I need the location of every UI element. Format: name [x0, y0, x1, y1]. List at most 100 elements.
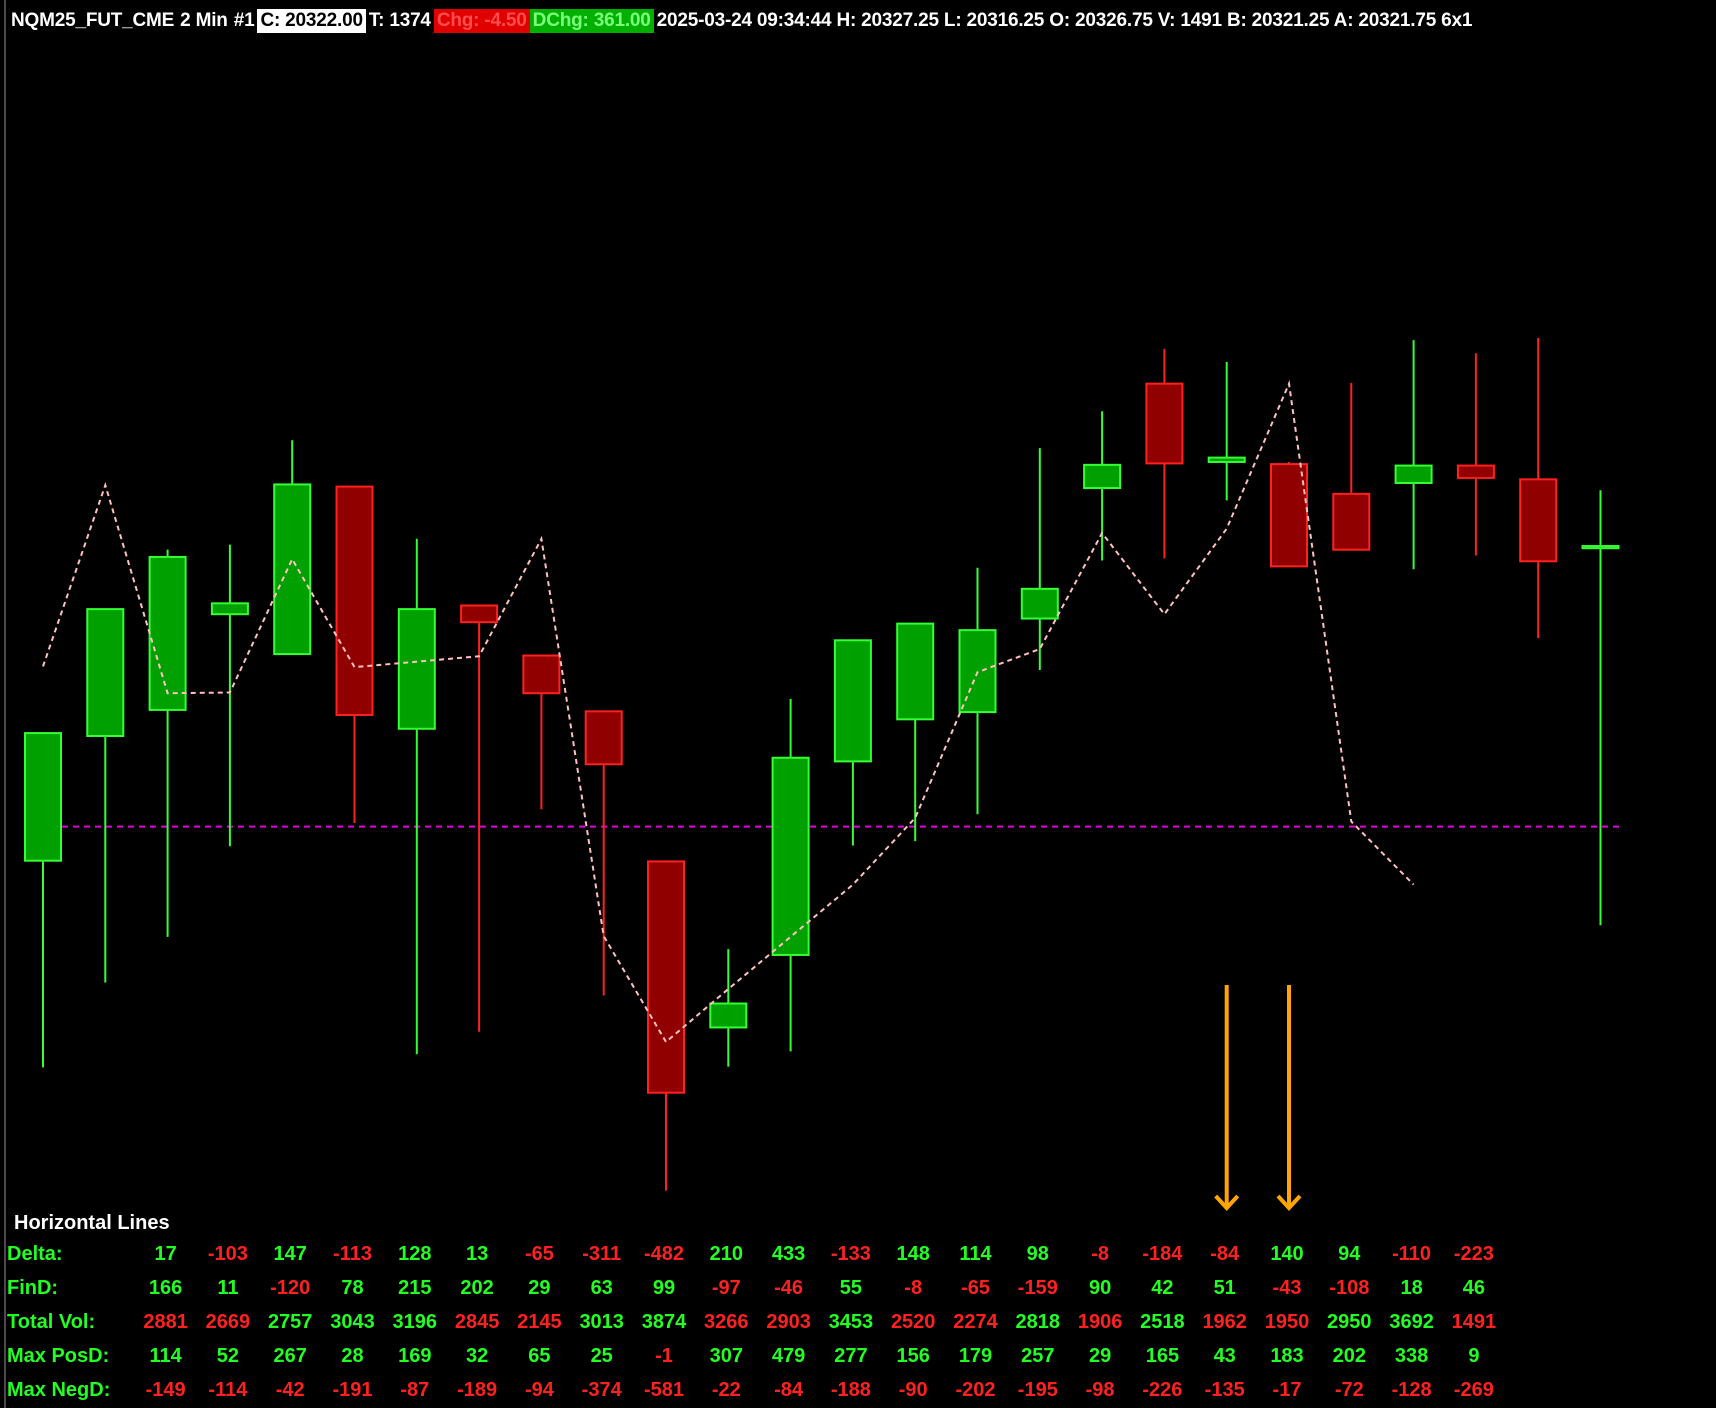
table-cell: -128: [1391, 1379, 1432, 1401]
table-cell: 169: [398, 1345, 432, 1367]
table-cell: 3043: [330, 1311, 375, 1333]
table-row-label: Total Vol:: [7, 1311, 96, 1333]
table-cell: 2881: [143, 1311, 188, 1333]
table-cell: -114: [208, 1379, 248, 1401]
table-cell: 2845: [454, 1311, 500, 1333]
table-cell: 183: [1270, 1345, 1304, 1367]
table-cell: 17: [154, 1243, 177, 1265]
table-cell: 65: [528, 1345, 551, 1367]
table-cell: 148: [896, 1243, 930, 1265]
table-cell: -46: [774, 1277, 804, 1299]
candle-body: [1083, 463, 1122, 490]
table-cell: 1906: [1077, 1311, 1123, 1333]
table-cell: 147: [273, 1243, 307, 1265]
table-row-label: FinD:: [7, 1277, 59, 1299]
table-cell: 1962: [1202, 1311, 1247, 1333]
table-cell: 46: [1462, 1277, 1486, 1299]
table-cell: -97: [711, 1277, 741, 1299]
table-cell: -72: [1334, 1379, 1364, 1401]
table-cell: 18: [1400, 1277, 1423, 1299]
table-cell: 3266: [704, 1311, 749, 1333]
table-cell: 2757: [267, 1311, 313, 1333]
candle-body: [148, 555, 187, 711]
table-cell: 29: [528, 1277, 551, 1299]
table-cell: 99: [652, 1277, 676, 1299]
table-cell: 52: [216, 1345, 240, 1367]
candle-body: [1519, 478, 1558, 563]
table-cell: 2903: [766, 1311, 811, 1333]
table-row-label: Delta:: [7, 1243, 63, 1265]
table-cell: 2520: [890, 1311, 936, 1333]
table-cell: 11: [217, 1277, 239, 1299]
table-cell: 9: [1468, 1345, 1480, 1367]
table-cell: 2145: [517, 1311, 562, 1333]
table-cell: 32: [465, 1345, 489, 1367]
candle-body: [1270, 463, 1308, 568]
table-cell: -94: [524, 1379, 554, 1401]
table-cell: -113: [333, 1243, 372, 1265]
table-cell: 257: [1021, 1345, 1055, 1367]
candle-body: [210, 602, 249, 616]
table-cell: -149: [145, 1379, 186, 1401]
horizontal-lines-title: Horizontal Lines: [14, 1212, 170, 1234]
table-cell: 3453: [828, 1311, 874, 1333]
table-cell: 433: [771, 1243, 806, 1265]
table-cell: 1950: [1264, 1311, 1310, 1333]
table-cell: -8: [904, 1277, 923, 1299]
candle-body: [709, 1002, 748, 1029]
table-cell: 25: [590, 1345, 613, 1367]
table-cell: -84: [774, 1379, 804, 1401]
table-cell: 13: [465, 1243, 489, 1265]
table-cell: 479: [771, 1345, 806, 1367]
candle-body: [1332, 492, 1371, 551]
table-row-label: Max NegD:: [7, 1379, 111, 1401]
table-cell: 3692: [1389, 1311, 1434, 1333]
table-cell: -98: [1085, 1379, 1115, 1401]
table-cell: 42: [1151, 1277, 1174, 1299]
table-cell: -159: [1017, 1277, 1058, 1299]
table-cell: 2669: [205, 1311, 251, 1333]
table-cell: 55: [839, 1277, 863, 1299]
table-cell: -226: [1142, 1379, 1183, 1401]
candle-body: [833, 639, 872, 763]
table-cell: 3013: [579, 1311, 624, 1333]
table-cell: -374: [581, 1379, 622, 1401]
table-cell: -17: [1272, 1379, 1302, 1401]
table-cell: 29: [1088, 1345, 1112, 1367]
table-cell: 166: [148, 1277, 183, 1299]
table-cell: -223: [1453, 1243, 1494, 1265]
table-cell: -184: [1142, 1243, 1183, 1265]
table-cell: 2950: [1327, 1311, 1372, 1333]
table-cell: 156: [896, 1345, 930, 1367]
table-cell: -581: [643, 1379, 685, 1401]
candle-body: [647, 860, 685, 1094]
table-cell: -202: [955, 1379, 996, 1401]
table-cell: -103: [207, 1243, 248, 1265]
candle-body: [1020, 587, 1059, 620]
table-cell: -90: [898, 1379, 928, 1401]
table-cell: 179: [958, 1345, 993, 1367]
candle-body: [1394, 464, 1433, 484]
table-cell: 43: [1213, 1345, 1236, 1367]
table-cell: -195: [1017, 1379, 1058, 1401]
table-cell: 202: [460, 1277, 494, 1299]
table-cell: 215: [398, 1277, 432, 1299]
table-cell: -43: [1272, 1277, 1302, 1299]
table-cell: -110: [1392, 1243, 1432, 1265]
candle-body: [1207, 456, 1246, 463]
table-cell: -133: [830, 1243, 871, 1265]
table-cell: 78: [341, 1277, 364, 1299]
table-cell: 3874: [641, 1311, 687, 1333]
table-cell: 165: [1145, 1345, 1180, 1367]
table-cell: 140: [1270, 1243, 1304, 1265]
table-cell: 114: [959, 1243, 992, 1265]
table-cell: -65: [961, 1277, 990, 1299]
table-cell: -120: [270, 1277, 311, 1299]
table-cell: -269: [1453, 1379, 1494, 1401]
table-cell: 28: [341, 1345, 364, 1367]
table-cell: 90: [1088, 1277, 1112, 1299]
candle-body: [522, 654, 561, 695]
price-chart[interactable]: [0, 0, 1716, 1408]
table-cell: -311: [582, 1243, 622, 1265]
table-cell: -189: [457, 1379, 498, 1401]
